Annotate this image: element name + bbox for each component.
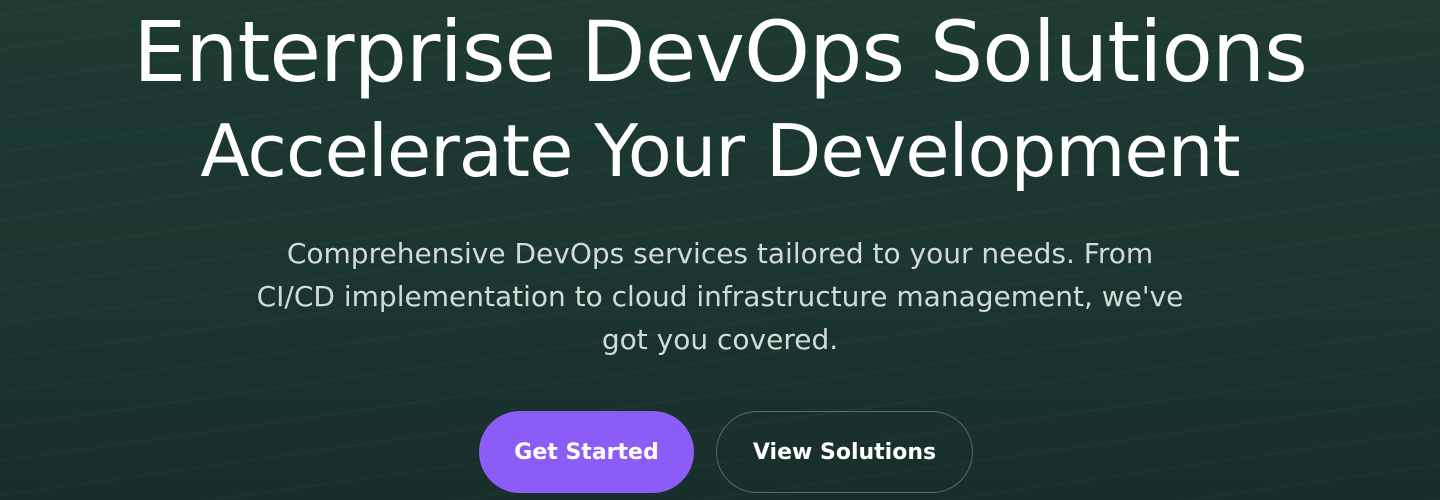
hero-subtitle-line-3: got you covered. (601, 323, 839, 356)
get-started-button[interactable]: Get Started (479, 411, 694, 493)
hero-section: Enterprise DevOps Solutions Accelerate Y… (0, 0, 1440, 500)
hero-subtitle: Comprehensive DevOps services tailored t… (220, 232, 1220, 361)
view-solutions-button[interactable]: View Solutions (716, 411, 973, 493)
hero-title-line-1: Enterprise DevOps Solutions (133, 3, 1308, 101)
hero-subtitle-line-1: Comprehensive DevOps services tailored t… (286, 237, 1154, 270)
hero-subtitle-line-2: CI/CD implementation to cloud infrastruc… (256, 280, 1184, 313)
hero-cta-group: Get Started View Solutions (0, 411, 1440, 493)
hero-title-line-2: Accelerate Your Development (200, 109, 1240, 193)
